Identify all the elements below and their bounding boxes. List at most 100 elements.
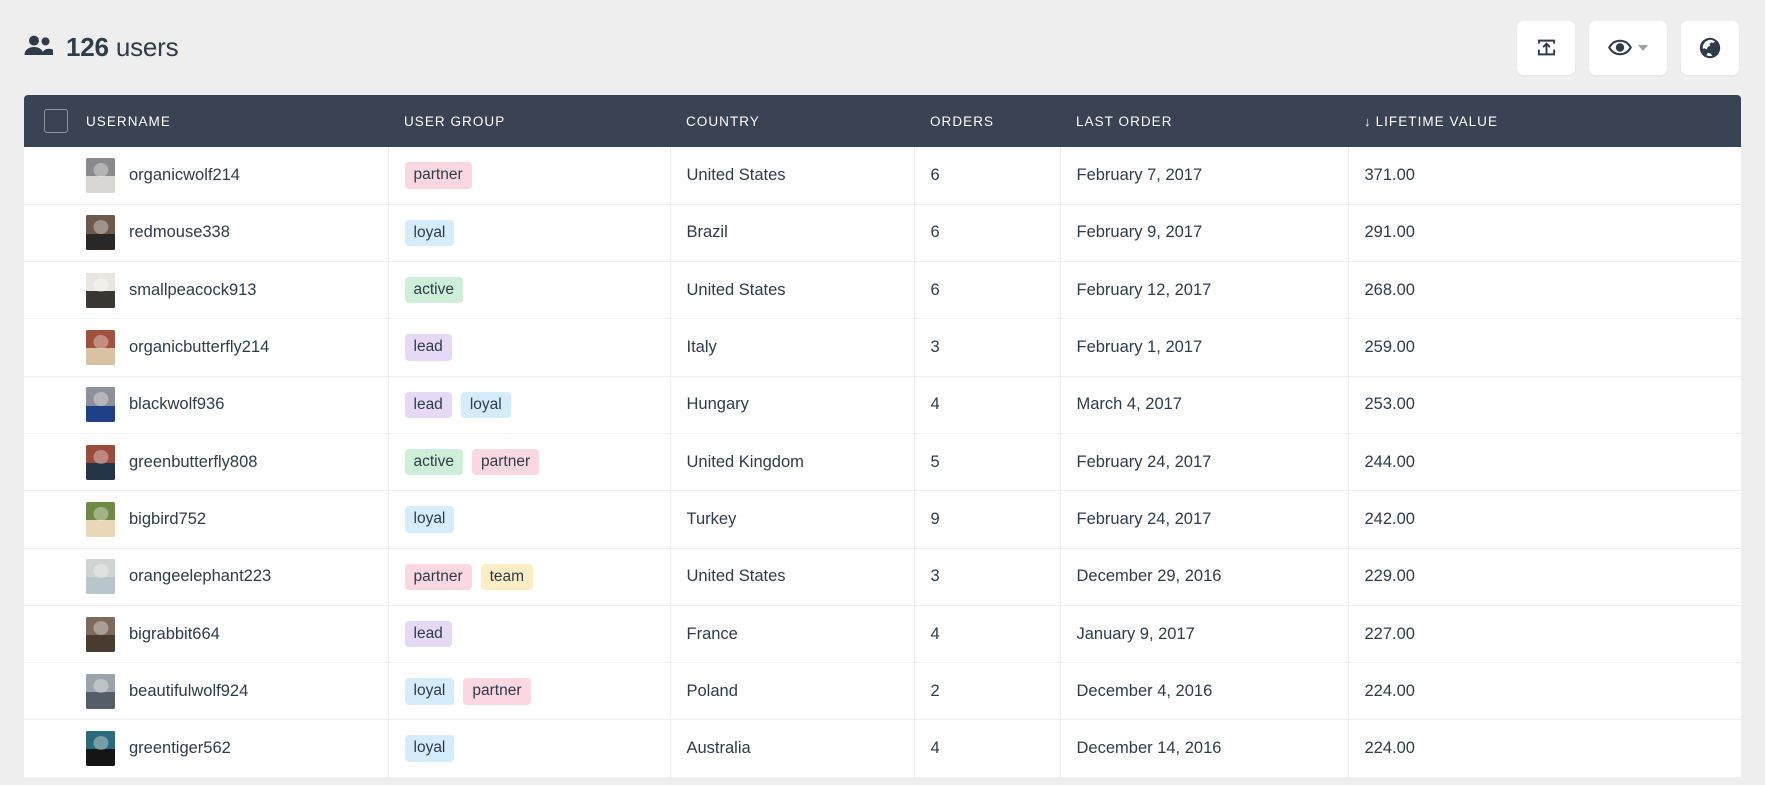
column-header-lastorder[interactable]: LAST ORDER [1060, 95, 1348, 147]
avatar [86, 444, 115, 480]
table-row[interactable]: greenbutterfly808 active partner United Kin… [24, 433, 1741, 491]
chevron-down-icon [1638, 44, 1648, 51]
cell-orders: 5 [914, 433, 1061, 491]
row-select-cell[interactable] [24, 491, 86, 548]
cell-orders: 4 [914, 719, 1061, 778]
tag-loyal[interactable]: loyal [404, 506, 455, 533]
column-label-username: USERNAME [86, 113, 171, 129]
select-all-checkbox[interactable] [44, 109, 68, 133]
tag-partner[interactable]: partner [404, 162, 472, 189]
column-header-country[interactable]: COUNTRY [670, 95, 914, 147]
cell-usergroup: lead [388, 605, 671, 663]
tag-loyal[interactable]: loyal [404, 219, 455, 247]
column-header-orders[interactable]: ORDERS [914, 95, 1060, 147]
tag-lead[interactable]: lead [404, 391, 452, 419]
table-row[interactable]: organicwolf214 partner United States 6 Febru… [24, 147, 1741, 205]
cell-lifetimevalue: 224.00 [1364, 739, 1415, 758]
tag-list: loyal [404, 735, 654, 762]
row-select-cell[interactable] [24, 433, 86, 490]
table-row[interactable]: smallpeacock913 active United States 6 Febru… [24, 261, 1741, 319]
row-select-cell[interactable] [24, 605, 86, 662]
cell-username: bigbird752 [86, 490, 389, 549]
table-row[interactable]: beautifulwolf924 loyal partner Poland 2 Decem… [24, 662, 1741, 720]
table-row[interactable]: bigrabbit664 lead France 4 January 9, 2017 22… [24, 605, 1741, 663]
tag-partner[interactable]: partner [463, 678, 531, 705]
cell-country: United Kingdom [670, 433, 915, 491]
cell-lifetimevalue: 229.00 [1364, 567, 1415, 586]
cell-usergroup: loyal [388, 204, 671, 262]
cell-orders: 4 [914, 605, 1061, 663]
row-select-cell[interactable] [24, 319, 86, 376]
tag-lead[interactable]: lead [404, 334, 452, 361]
tag-active[interactable]: active [404, 448, 463, 476]
users-table-container: USERNAME USER GROUP COUNTRY ORDERS LAST … [24, 95, 1741, 778]
cell-usergroup: lead loyal [388, 376, 671, 434]
tag-loyal[interactable]: loyal [404, 678, 455, 705]
column-label-usergroup: USER GROUP [404, 113, 506, 129]
tag-list: active [404, 277, 654, 304]
cell-lifetimevalue: 244.00 [1364, 452, 1415, 471]
username-text: greenbutterfly808 [129, 452, 258, 471]
cell-username: bigrabbit664 [86, 605, 389, 663]
cell-usergroup: active [388, 261, 671, 319]
row-select-cell[interactable] [24, 720, 86, 777]
cell-lastorder: February 24, 2017 [1060, 433, 1349, 491]
table-row[interactable]: organicbutterfly214 lead Italy 3 February 1,… [24, 318, 1741, 377]
cell-lastorder: December 4, 2016 [1060, 662, 1349, 720]
row-select-cell[interactable] [24, 204, 86, 261]
cell-country: France [670, 605, 915, 663]
tag-list: partner team [404, 563, 654, 590]
tag-lead[interactable]: lead [404, 620, 452, 648]
cell-lastorder: February 12, 2017 [1060, 261, 1349, 319]
table-row[interactable]: blackwolf936 lead loyal Hungary 4 March 4, 20… [24, 376, 1741, 434]
avatar [86, 215, 115, 251]
cell-username: beautifulwolf924 [86, 662, 389, 720]
table-row[interactable]: redmouse338 loyal Brazil 6 February 9, 2017 2… [24, 204, 1741, 262]
cell-usergroup: loyal [388, 719, 671, 778]
tag-list: active partner [404, 448, 654, 476]
tag-loyal[interactable]: loyal [460, 391, 511, 419]
column-label-country: COUNTRY [686, 113, 760, 129]
tag-list: lead loyal [404, 391, 654, 419]
column-header-username[interactable]: USERNAME [86, 95, 388, 147]
table-header-row: USERNAME USER GROUP COUNTRY ORDERS LAST … [24, 95, 1741, 147]
row-select-cell[interactable] [24, 663, 86, 720]
cell-orders: 6 [914, 261, 1061, 319]
export-button[interactable] [1517, 20, 1575, 75]
row-select-cell[interactable] [24, 147, 86, 204]
eye-icon [1608, 39, 1632, 56]
username-text: bigrabbit664 [129, 624, 220, 643]
tag-partner[interactable]: partner [472, 448, 540, 476]
cell-country: Italy [670, 318, 915, 377]
cell-country: United States [670, 261, 915, 319]
user-count: 126 [66, 32, 109, 62]
cell-country: Poland [670, 662, 915, 720]
toolbar-actions [1517, 20, 1739, 75]
avatar [86, 673, 115, 709]
visibility-button[interactable] [1589, 20, 1667, 75]
sort-descending-icon: ↓ [1364, 113, 1372, 129]
username-text: blackwolf936 [129, 395, 225, 414]
tag-partner[interactable]: partner [404, 563, 472, 590]
column-header-usergroup[interactable]: USER GROUP [388, 95, 670, 147]
tag-active[interactable]: active [404, 277, 463, 304]
tag-team[interactable]: team [480, 563, 534, 590]
cell-lifetimevalue: 224.00 [1364, 681, 1415, 700]
row-select-cell[interactable] [24, 548, 86, 605]
table-row[interactable]: greentiger562 loyal Australia 4 December 14,… [24, 719, 1741, 778]
cell-username: blackwolf936 [86, 376, 389, 434]
user-count-label: users [115, 32, 179, 62]
table-row[interactable]: orangeelephant223 partner team United State… [24, 548, 1741, 606]
tag-loyal[interactable]: loyal [404, 735, 455, 762]
table-row[interactable]: bigbird752 loyal Turkey 9 February 24, 2017 2… [24, 490, 1741, 549]
row-select-cell[interactable] [24, 376, 86, 433]
globe-icon [1699, 37, 1721, 59]
column-header-lifetimevalue[interactable]: ↓ LIFETIME VALUE [1348, 95, 1741, 147]
cell-lastorder: February 1, 2017 [1060, 318, 1349, 377]
username-text: bigbird752 [129, 509, 207, 528]
cell-country: United States [670, 147, 915, 205]
globe-button[interactable] [1681, 20, 1739, 75]
username-text: organicbutterfly214 [129, 338, 270, 357]
username-text: orangeelephant223 [129, 567, 272, 586]
row-select-cell[interactable] [24, 262, 86, 319]
